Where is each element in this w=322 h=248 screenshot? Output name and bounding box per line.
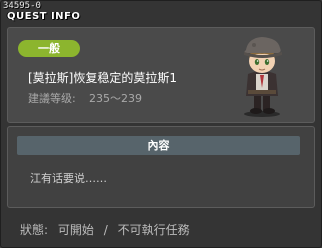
content-text: 江有话要说…… — [30, 172, 107, 185]
recommended-level-label: 建議等级: — [28, 92, 76, 105]
quest-id: 34595-0 — [3, 1, 41, 11]
npc-portrait-icon — [234, 28, 290, 118]
quest-category-badge: 一般 — [18, 40, 80, 57]
title-bar[interactable]: 34595-0 QUEST INFO — [1, 1, 321, 27]
quest-name: [莫拉斯]恢复稳定的莫拉斯1 — [28, 71, 177, 85]
content-header: 內容 — [17, 136, 300, 155]
window-title: QUEST INFO — [7, 11, 81, 22]
status-label: 狀態: — [20, 223, 49, 237]
status-separator: / — [103, 223, 108, 237]
status-start: 可開始 — [57, 223, 94, 237]
quest-status: 狀態: 可開始 / 不可執行任務 — [20, 221, 196, 238]
recommended-level-value: 235～239 — [89, 92, 142, 105]
status-execute: 不可執行任務 — [117, 223, 190, 237]
